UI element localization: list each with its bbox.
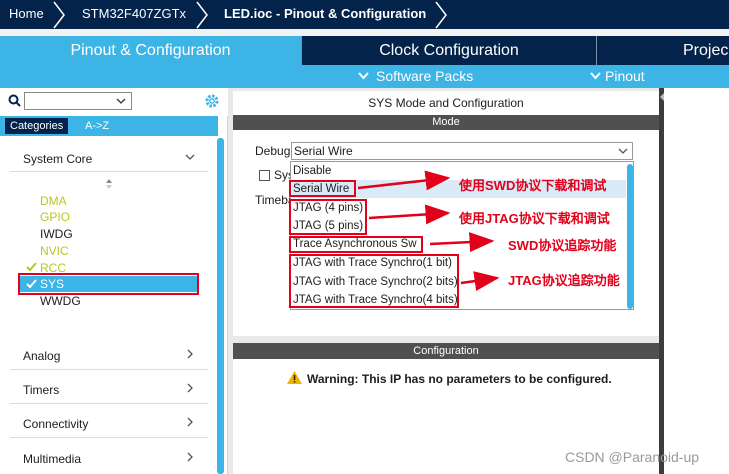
watermark: CSDN @Paranoid-up bbox=[565, 449, 700, 465]
configuration-header: Configuration bbox=[233, 343, 659, 359]
warning-icon bbox=[287, 371, 302, 384]
warning-message: Warning: This IP has no parameters to be… bbox=[307, 372, 612, 386]
arrow bbox=[429, 232, 495, 253]
annotation-swd-trace: SWD协议追踪功能 bbox=[508, 238, 617, 253]
arrow bbox=[460, 271, 500, 292]
annotation-swd-debug: 使用SWD协议下载和调试 bbox=[459, 178, 607, 193]
arrow bbox=[368, 204, 451, 225]
annotation-jtag-debug: 使用JTAG协议下载和调试 bbox=[459, 211, 610, 226]
arrow bbox=[357, 170, 451, 191]
annotation-jtag-trace: JTAG协议追踪功能 bbox=[508, 273, 620, 288]
